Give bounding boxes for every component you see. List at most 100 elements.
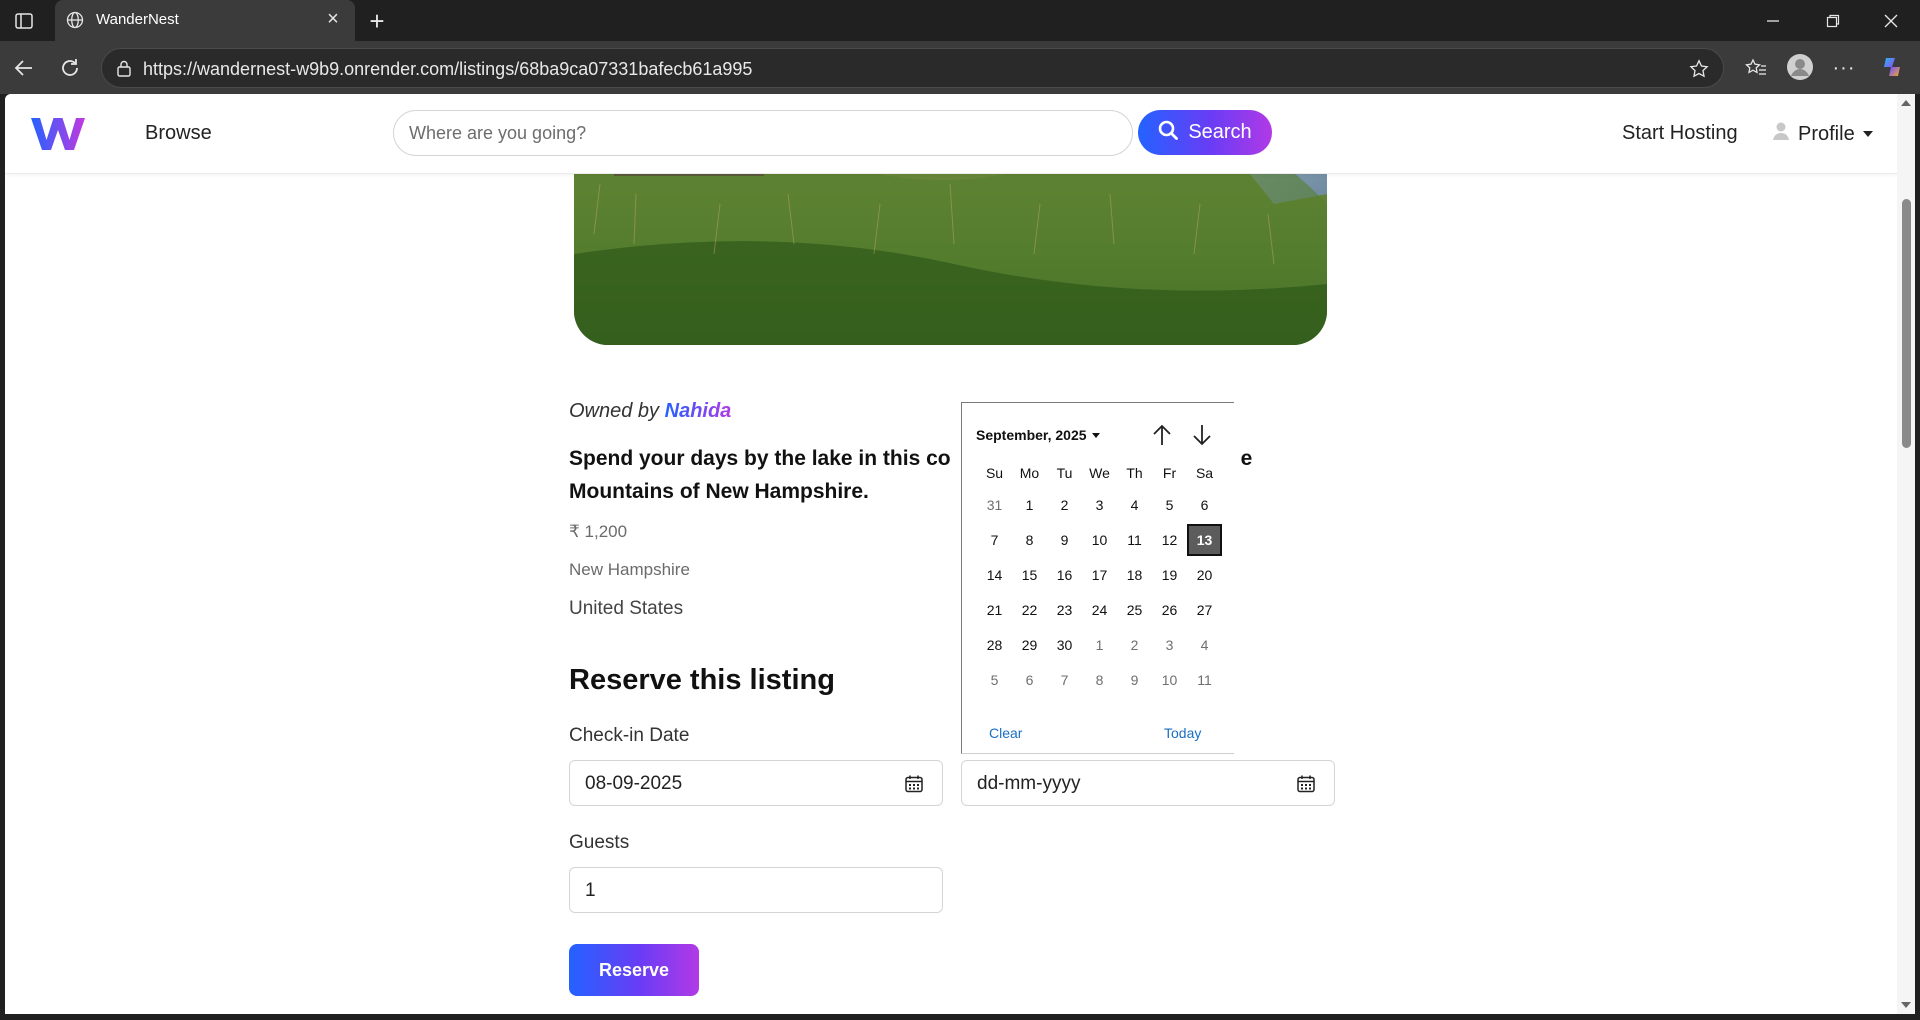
calendar-day[interactable]: 18: [1117, 559, 1152, 591]
calendar-day[interactable]: 27: [1187, 594, 1222, 626]
profile-dropdown[interactable]: Profile: [1772, 121, 1873, 147]
calendar-day[interactable]: 12: [1152, 524, 1187, 556]
calendar-day[interactable]: 11: [1187, 664, 1222, 696]
clear-date-button[interactable]: Clear: [989, 725, 1022, 741]
calendar-icon[interactable]: [904, 774, 924, 794]
browse-link[interactable]: Browse: [145, 122, 212, 145]
profile-label: Profile: [1798, 122, 1855, 145]
description-line-2: Mountains of New Hampshire.: [569, 480, 869, 503]
calendar-day[interactable]: 8: [1012, 524, 1047, 556]
page-scrollbar[interactable]: [1897, 94, 1915, 1014]
calendar-icon[interactable]: [1296, 774, 1316, 794]
calendar-day[interactable]: 22: [1012, 594, 1047, 626]
weekday-label: Th: [1126, 465, 1143, 481]
arrow-down-icon[interactable]: [1188, 421, 1216, 449]
window-close-icon[interactable]: [1880, 10, 1902, 32]
calendar-day[interactable]: 19: [1152, 559, 1187, 591]
calendar-day[interactable]: 4: [1117, 489, 1152, 521]
calendar-day[interactable]: 7: [1047, 664, 1082, 696]
calendar-day[interactable]: 9: [1047, 524, 1082, 556]
arrow-up-icon[interactable]: [1148, 421, 1176, 449]
date-picker-popup: September, 2025 Su Mo Tu We Th Fr Sa 31 1 2 3 4 5 6 7…: [961, 402, 1234, 754]
calendar-day[interactable]: 2: [1117, 629, 1152, 661]
month-year-selector[interactable]: September, 2025: [976, 427, 1100, 443]
calendar-day[interactable]: 8: [1082, 664, 1117, 696]
calendar-day[interactable]: 31: [977, 489, 1012, 521]
calendar-grid: Su Mo Tu We Th Fr Sa 31 1 2 3 4 5 6 7 8 9 10 11 12 13 14 15 16…: [977, 459, 1222, 697]
calendar-day[interactable]: 20: [1187, 559, 1222, 591]
calendar-day[interactable]: 3: [1152, 629, 1187, 661]
scroll-up-icon[interactable]: [1901, 100, 1911, 106]
tab-close-icon[interactable]: ×: [322, 8, 344, 30]
calendar-week-row: 31 1 2 3 4 5 6: [977, 487, 1222, 522]
owner-line: Owned by Nahida: [569, 400, 731, 423]
reserve-heading: Reserve this listing: [569, 664, 835, 696]
browser-profile-avatar-icon[interactable]: [1785, 52, 1815, 82]
calendar-day[interactable]: 3: [1082, 489, 1117, 521]
globe-icon: [65, 10, 85, 30]
calendar-day[interactable]: 26: [1152, 594, 1187, 626]
browser-nav-bar: https://wandernest-w9b9.onrender.com/lis…: [0, 41, 1920, 94]
calendar-day[interactable]: 10: [1082, 524, 1117, 556]
calendar-day[interactable]: 11: [1117, 524, 1152, 556]
restore-icon[interactable]: [1822, 10, 1844, 32]
calendar-day[interactable]: 5: [977, 664, 1012, 696]
calendar-day[interactable]: 23: [1047, 594, 1082, 626]
scroll-down-icon[interactable]: [1901, 1002, 1911, 1008]
calendar-day[interactable]: 10: [1152, 664, 1187, 696]
minimize-icon[interactable]: [1762, 10, 1784, 32]
calendar-day[interactable]: 7: [977, 524, 1012, 556]
calendar-day[interactable]: 28: [977, 629, 1012, 661]
today-button[interactable]: Today: [1164, 725, 1201, 741]
listing-country: United States: [569, 598, 684, 619]
checkout-date-placeholder: dd-mm-yyyy: [977, 773, 1081, 794]
address-bar[interactable]: https://wandernest-w9b9.onrender.com/lis…: [101, 48, 1724, 88]
calendar-day[interactable]: 1: [1082, 629, 1117, 661]
site-info-icon[interactable]: [114, 58, 134, 78]
checkin-date-input[interactable]: 08-09-2025: [569, 760, 943, 806]
calendar-day[interactable]: 2: [1047, 489, 1082, 521]
guests-label: Guests: [569, 832, 630, 853]
more-menu-icon[interactable]: ···: [1830, 54, 1858, 82]
calendar-day[interactable]: 15: [1012, 559, 1047, 591]
destination-search-input[interactable]: [393, 110, 1133, 156]
calendar-weeks: 31 1 2 3 4 5 6 7 8 9 10 11 12 13 14 15 16 17 18 19 20 21 22 23 2…: [977, 487, 1222, 697]
new-tab-icon[interactable]: +: [364, 6, 390, 36]
tab-title: WanderNest: [96, 11, 179, 28]
browser-tab-bar: WanderNest × +: [0, 0, 1920, 41]
reserve-button[interactable]: Reserve: [569, 944, 699, 996]
sidebar-toggle-icon[interactable]: [12, 9, 36, 33]
calendar-day[interactable]: 21: [977, 594, 1012, 626]
calendar-day[interactable]: 6: [1012, 664, 1047, 696]
calendar-day[interactable]: 6: [1187, 489, 1222, 521]
favorite-star-icon[interactable]: [1687, 57, 1711, 81]
wandernest-logo[interactable]: [29, 114, 87, 154]
guests-input[interactable]: 1: [569, 867, 943, 913]
calendar-day[interactable]: 9: [1117, 664, 1152, 696]
calendar-day[interactable]: 1: [1012, 489, 1047, 521]
start-hosting-link[interactable]: Start Hosting: [1622, 122, 1738, 145]
caret-down-icon: [1091, 432, 1100, 438]
scrollbar-thumb[interactable]: [1902, 199, 1911, 448]
checkin-date-value: 08-09-2025: [585, 773, 683, 794]
browser-tab[interactable]: WanderNest ×: [55, 0, 355, 41]
calendar-day-selected[interactable]: 13: [1187, 523, 1222, 556]
calendar-day[interactable]: 14: [977, 559, 1012, 591]
calendar-day[interactable]: 5: [1152, 489, 1187, 521]
calendar-day[interactable]: 4: [1187, 629, 1222, 661]
calendar-day[interactable]: 29: [1012, 629, 1047, 661]
search-button[interactable]: Search: [1138, 110, 1272, 155]
calendar-day[interactable]: 17: [1082, 559, 1117, 591]
calendar-day[interactable]: 16: [1047, 559, 1082, 591]
caret-down-icon: [1862, 131, 1873, 137]
back-arrow-icon[interactable]: [10, 54, 38, 82]
reload-icon[interactable]: [56, 54, 84, 82]
favorites-icon[interactable]: [1742, 54, 1770, 82]
checkout-date-input[interactable]: dd-mm-yyyy: [961, 760, 1335, 806]
listing-price: ₹ 1,200: [569, 522, 628, 541]
copilot-icon[interactable]: [1878, 52, 1908, 82]
calendar-day[interactable]: 25: [1117, 594, 1152, 626]
weekday-label: Su: [985, 465, 1004, 481]
calendar-day[interactable]: 30: [1047, 629, 1082, 661]
calendar-day[interactable]: 24: [1082, 594, 1117, 626]
